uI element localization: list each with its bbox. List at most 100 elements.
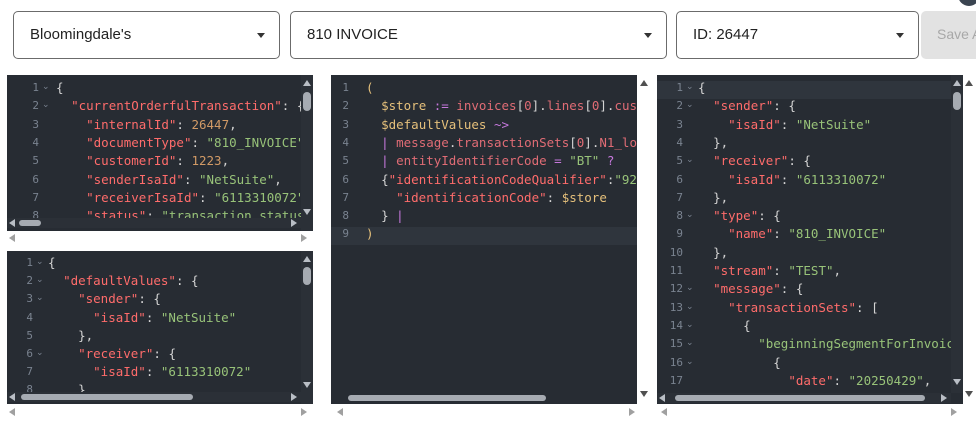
fold-chevron-icon[interactable]: ⌄ [42, 100, 50, 110]
default-values-editor[interactable]: 1 ⌄{2 ⌄ "defaultValues": {3 ⌄ "sender": {4 … [7, 251, 313, 404]
scroll-left-icon[interactable] [337, 408, 343, 416]
line-number: 2 [32, 99, 39, 113]
fold-chevron-icon[interactable]: ⌄ [36, 257, 44, 267]
line-number: 1 [676, 81, 683, 94]
fold-chevron-icon[interactable]: ⌄ [686, 320, 694, 330]
fold-chevron-icon[interactable]: ⌄ [686, 283, 694, 293]
vertical-scrollbar[interactable] [301, 75, 313, 231]
code-line: } | [381, 208, 404, 224]
scroll-thumb[interactable] [675, 395, 925, 401]
code-line: "documentType": "810_INVOICE", [86, 134, 312, 150]
scroll-up-icon[interactable] [640, 80, 648, 86]
horizontal-scrollbar[interactable] [331, 393, 637, 404]
horizontal-scrollbar[interactable] [7, 392, 301, 402]
panel-vertical-scrollbar[interactable] [638, 75, 650, 404]
code-line: ( [366, 80, 374, 95]
scroll-right-icon[interactable] [951, 408, 957, 416]
scroll-down-icon[interactable] [640, 391, 648, 397]
scroll-left-icon[interactable] [659, 394, 665, 402]
scroll-right-icon[interactable] [291, 393, 297, 401]
scroll-right-icon[interactable] [291, 219, 297, 227]
scroll-thumb[interactable] [19, 220, 41, 226]
scroll-down-icon[interactable] [303, 382, 311, 388]
output-preview-editor[interactable]: 1 ⌄{2 ⌄ "sender": {3 "isaId": "NetSuite" 4 … [657, 75, 963, 404]
fold-chevron-icon[interactable]: ⌄ [686, 338, 694, 348]
vertical-scrollbar[interactable] [951, 75, 963, 393]
toolbar: Bloomingdale's 810 INVOICE ID: 26447 Sav… [0, 0, 976, 70]
vertical-scrollbar[interactable] [301, 251, 313, 404]
scroll-up-icon[interactable] [303, 80, 311, 86]
scroll-left-icon[interactable] [9, 234, 15, 242]
scroll-down-icon[interactable] [303, 209, 311, 215]
scroll-right-icon[interactable] [301, 234, 307, 242]
panel-horizontal-scrollbar[interactable] [331, 405, 651, 419]
fold-chevron-icon[interactable]: ⌄ [36, 293, 44, 303]
partner-select-value: Bloomingdale's [30, 26, 132, 43]
horizontal-scrollbar[interactable] [7, 218, 301, 228]
code-line: "beginningSegmentForInvoice [758, 336, 962, 352]
scroll-down-icon[interactable] [965, 391, 973, 397]
fold-chevron-icon[interactable]: ⌄ [686, 210, 694, 220]
code-line: | entityIdentifierCode = "BT" ? [381, 153, 615, 169]
panel-horizontal-scrollbar[interactable] [7, 231, 313, 245]
scroll-left-icon[interactable] [9, 408, 15, 416]
line-number: 4 [32, 135, 39, 149]
code-line: { [48, 255, 56, 270]
horizontal-scrollbar[interactable] [657, 393, 951, 403]
code-line: "isaId": "NetSuite" [728, 116, 872, 132]
panel-horizontal-scrollbar[interactable] [7, 405, 313, 419]
scroll-thumb[interactable] [303, 92, 311, 111]
active-line-highlight [331, 227, 637, 245]
scroll-left-icon[interactable] [9, 393, 15, 401]
code-line: "transactionSets": [ [728, 299, 879, 315]
fold-chevron-icon[interactable]: ⌄ [686, 302, 694, 312]
fold-chevron-icon[interactable]: ⌄ [42, 82, 50, 92]
code-line: "defaultValues": { [63, 273, 199, 289]
document-type-select[interactable]: 810 INVOICE [290, 11, 667, 59]
line-number: 3 [676, 117, 683, 131]
code-line: { [743, 317, 751, 333]
save-button[interactable]: Save A [921, 11, 976, 59]
partner-select[interactable]: Bloomingdale's [13, 11, 280, 59]
fold-chevron-icon[interactable]: ⌄ [36, 275, 44, 285]
avatar[interactable] [958, 0, 976, 6]
fold-chevron-icon[interactable]: ⌄ [686, 82, 694, 92]
scroll-up-icon[interactable] [303, 256, 311, 262]
line-number: 3 [26, 292, 33, 306]
line-number: 15 [669, 337, 683, 351]
scroll-right-icon[interactable] [301, 408, 307, 416]
fold-chevron-icon[interactable]: ⌄ [686, 357, 694, 367]
scroll-right-icon[interactable] [629, 408, 635, 416]
scroll-up-icon[interactable] [965, 80, 973, 86]
line-number: 13 [669, 300, 683, 314]
line-number: 1 [26, 256, 33, 269]
scroll-thumb[interactable] [21, 394, 193, 400]
mapping-expression-editor[interactable]: 1 (2 $store := invoices[0].lines[0].custo… [331, 75, 637, 404]
scroll-thumb[interactable] [953, 92, 961, 110]
code-line: | message.transactionSets[0].N1_loop [381, 134, 637, 150]
page-vertical-scrollbar[interactable] [963, 75, 975, 404]
scroll-thumb[interactable] [303, 267, 311, 285]
panel-horizontal-scrollbar[interactable] [657, 405, 963, 419]
line-number: 6 [32, 172, 39, 186]
scroll-thumb[interactable] [348, 395, 546, 401]
code-line: "date": "20250429", [788, 372, 932, 388]
code-line: "receiverIsaId": "6113310072", [86, 189, 312, 205]
scroll-left-icon[interactable] [9, 219, 15, 227]
line-number: 7 [26, 365, 33, 379]
fold-chevron-icon[interactable]: ⌄ [686, 155, 694, 165]
transaction-id-select[interactable]: ID: 26447 [676, 11, 919, 59]
scroll-right-icon[interactable] [941, 394, 947, 402]
line-number: 7 [676, 190, 683, 204]
scroll-down-icon[interactable] [953, 379, 961, 385]
line-number: 8 [342, 209, 349, 223]
code-line: "currentOrderfulTransaction": { [71, 98, 304, 114]
chevron-down-icon [257, 33, 265, 38]
fold-chevron-icon[interactable]: ⌄ [36, 348, 44, 358]
scroll-left-icon[interactable] [661, 408, 667, 416]
scroll-up-icon[interactable] [953, 80, 961, 86]
code-line: "isaId": "NetSuite" [93, 309, 237, 325]
transaction-input-editor[interactable]: 1⌄ {2⌄ "currentOrderfulTransaction": {3 "… [7, 75, 313, 231]
line-number: 6 [26, 347, 33, 360]
fold-chevron-icon[interactable]: ⌄ [686, 100, 694, 110]
